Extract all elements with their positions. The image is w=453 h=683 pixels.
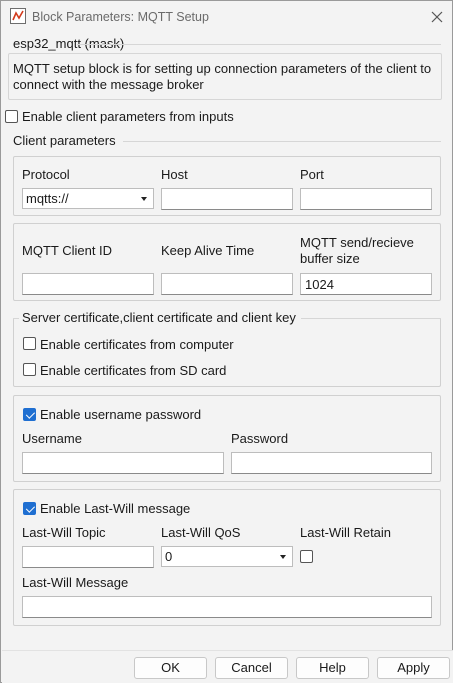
- last-will-message-input[interactable]: [22, 596, 432, 618]
- dialog-window: Block Parameters: MQTT Setup esp32_mqtt …: [0, 0, 453, 683]
- last-will-group: Enable Last-Will message Last-Will Topic…: [13, 489, 441, 626]
- buffer-size-label-line1: MQTT send/recieve: [300, 235, 414, 250]
- mask-description-line1: MQTT setup block is for setting up conne…: [13, 61, 432, 76]
- username-label: Username: [22, 431, 82, 446]
- enable-inputs-label: Enable client parameters from inputs: [22, 109, 234, 124]
- protocol-dropdown[interactable]: mqtts://: [22, 188, 154, 209]
- enable-last-will-checkbox[interactable]: [23, 502, 36, 515]
- client-settings-group: MQTT Client ID Keep Alive Time MQTT send…: [13, 223, 441, 301]
- last-will-topic-input[interactable]: [22, 546, 154, 568]
- simulink-block-icon: [10, 8, 26, 24]
- help-button[interactable]: Help: [296, 657, 369, 679]
- last-will-topic-label: Last-Will Topic: [22, 525, 106, 540]
- heading-divider: [77, 44, 441, 45]
- title-bar: Block Parameters: MQTT Setup: [1, 1, 452, 33]
- buffer-size-label-line2: buffer size: [300, 251, 360, 266]
- last-will-qos-value: 0: [165, 549, 173, 564]
- certificates-border-left: [13, 318, 19, 319]
- buffer-size-input[interactable]: [300, 273, 432, 295]
- chevron-down-icon: [280, 555, 286, 559]
- host-input[interactable]: [161, 188, 293, 210]
- client-params-title: Client parameters: [13, 133, 116, 148]
- password-input[interactable]: [231, 452, 432, 474]
- window-title: Block Parameters: MQTT Setup: [32, 10, 209, 24]
- host-label: Host: [161, 167, 188, 182]
- ok-button[interactable]: OK: [134, 657, 207, 679]
- protocol-label: Protocol: [22, 167, 70, 182]
- cert-sd-checkbox[interactable]: [23, 363, 36, 376]
- password-label: Password: [231, 431, 289, 446]
- close-icon[interactable]: [425, 5, 449, 29]
- certificates-border-right: [301, 318, 441, 319]
- enable-auth-label: Enable username password: [40, 407, 202, 422]
- description-panel: MQTT setup block is for setting up conne…: [8, 53, 442, 100]
- keep-alive-input[interactable]: [161, 273, 293, 295]
- port-input[interactable]: [300, 188, 432, 210]
- mask-description-line2: connect with the message broker: [13, 77, 204, 92]
- auth-group: Enable username password Username Passwo…: [13, 395, 441, 482]
- cancel-button[interactable]: Cancel: [215, 657, 288, 679]
- cert-computer-checkbox[interactable]: [23, 337, 36, 350]
- client-id-input[interactable]: [22, 273, 154, 295]
- last-will-retain-checkbox[interactable]: [300, 550, 313, 563]
- enable-auth-checkbox[interactable]: [23, 408, 36, 421]
- button-bar: OK Cancel Help Apply: [2, 650, 453, 683]
- last-will-qos-dropdown[interactable]: 0: [161, 546, 293, 567]
- enable-inputs-checkbox[interactable]: [5, 110, 18, 123]
- client-id-label: MQTT Client ID: [22, 243, 113, 258]
- cert-computer-label: Enable certificates from computer: [40, 337, 234, 352]
- cert-sd-label: Enable certificates from SD card: [40, 363, 227, 378]
- chevron-down-icon: [141, 197, 147, 201]
- enable-last-will-label: Enable Last-Will message: [40, 501, 191, 516]
- client-params-divider: [123, 141, 441, 142]
- last-will-message-label: Last-Will Message: [22, 575, 129, 590]
- connection-group: Protocol mqtts:// Host Port: [13, 156, 441, 216]
- username-input[interactable]: [22, 452, 224, 474]
- last-will-qos-label: Last-Will QoS: [161, 525, 241, 540]
- keep-alive-label: Keep Alive Time: [161, 243, 255, 258]
- last-will-retain-label: Last-Will Retain: [300, 525, 392, 540]
- protocol-value: mqtts://: [26, 191, 69, 206]
- port-label: Port: [300, 167, 324, 182]
- apply-button[interactable]: Apply: [377, 657, 450, 679]
